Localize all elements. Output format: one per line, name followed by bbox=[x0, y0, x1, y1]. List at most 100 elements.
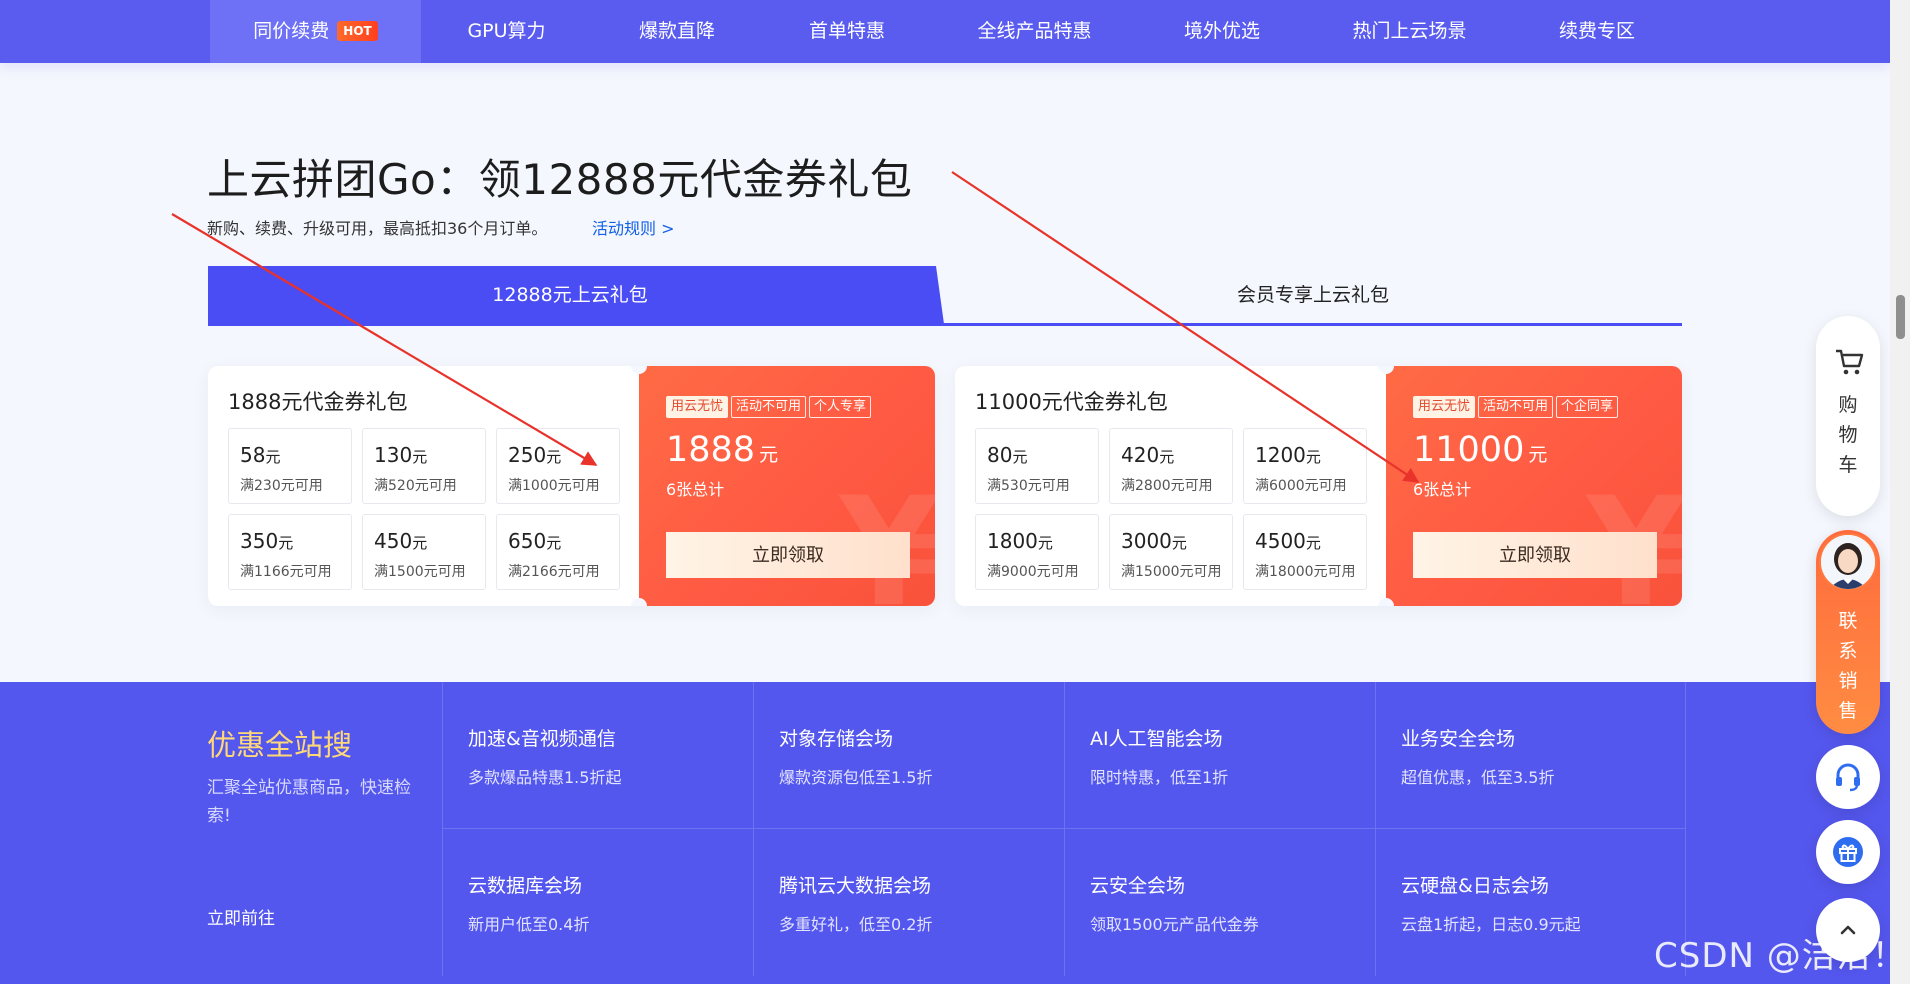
venue-card[interactable]: 业务安全会场 超值优惠，低至3.5折 bbox=[1375, 682, 1686, 829]
promo-tag: 个人专享 bbox=[809, 396, 872, 418]
tab-member-pack[interactable]: 会员专享上云礼包 bbox=[944, 266, 1682, 324]
venue-title: 业务安全会场 bbox=[1401, 728, 1516, 750]
nav-item-gpu[interactable]: GPU算力 bbox=[421, 0, 592, 63]
sales-avatar bbox=[1819, 533, 1877, 591]
coupon-amount: 650 bbox=[508, 529, 547, 553]
coupon-amount: 3000 bbox=[1121, 529, 1172, 553]
cart-label-char: 购 bbox=[1838, 394, 1858, 416]
shopping-cart-button[interactable]: 购 物 车 bbox=[1816, 316, 1880, 516]
venue-card[interactable]: 云硬盘&日志会场 云盘1折起，日志0.9元起 bbox=[1375, 829, 1686, 976]
coupon-item: 350元 满1166元可用 bbox=[228, 514, 352, 590]
coupon-item: 450元 满1500元可用 bbox=[362, 514, 486, 590]
venue-desc: 超值优惠，低至3.5折 bbox=[1401, 768, 1555, 787]
nav-item-label: 续费专区 bbox=[1558, 20, 1635, 42]
promo-amount: 11000 元 bbox=[1413, 430, 1547, 470]
headset-icon bbox=[1836, 763, 1860, 792]
cart-icon bbox=[1836, 349, 1864, 375]
venue-card[interactable]: 腾讯云大数据会场 多重好礼，低至0.2折 bbox=[753, 829, 1064, 976]
activity-rules-link[interactable]: 活动规则 > bbox=[592, 215, 675, 239]
agent-avatar-icon bbox=[1821, 535, 1875, 589]
card-title: 1888元代金券礼包 bbox=[228, 390, 408, 414]
coupon-item: 58元 满230元可用 bbox=[228, 428, 352, 504]
promo-tag: 用云无忧 bbox=[666, 396, 729, 418]
scrollbar-thumb[interactable] bbox=[1896, 295, 1905, 339]
coupon-unit: 元 bbox=[546, 448, 562, 466]
venue-desc: 爆款资源包低至1.5折 bbox=[779, 768, 933, 787]
venue-title: 云数据库会场 bbox=[468, 875, 583, 897]
coupon-unit: 元 bbox=[1171, 534, 1187, 552]
gift-icon bbox=[1833, 837, 1863, 867]
promo-amount-value: 1888 bbox=[666, 430, 756, 470]
nav-item-scenarios[interactable]: 热门上云场景 bbox=[1307, 0, 1512, 63]
coupon-amount: 350 bbox=[240, 529, 279, 553]
venue-desc: 云盘1折起，日志0.9元起 bbox=[1401, 915, 1581, 934]
band-title: 优惠全站搜 bbox=[207, 728, 353, 762]
tab-12888-pack[interactable]: 12888元上云礼包 bbox=[208, 266, 944, 324]
coupon-condition: 满2166元可用 bbox=[508, 564, 600, 580]
nav-item-label: 全线产品特惠 bbox=[977, 20, 1092, 42]
venue-title: AI人工智能会场 bbox=[1090, 728, 1223, 750]
claim-button[interactable]: 立即领取 bbox=[1413, 532, 1657, 578]
nav-item-hot-deals[interactable]: 爆款直降 bbox=[592, 0, 762, 63]
nav-item-renewal[interactable]: 同价续费 HOT bbox=[210, 0, 421, 63]
coupon-item: 650元 满2166元可用 bbox=[496, 514, 620, 590]
coupon-condition: 满1500元可用 bbox=[374, 564, 466, 580]
coupon-condition: 满18000元可用 bbox=[1255, 564, 1356, 580]
venue-desc: 多重好礼，低至0.2折 bbox=[779, 915, 933, 934]
coupon-unit: 元 bbox=[412, 534, 428, 552]
coupon-unit: 元 bbox=[1305, 534, 1321, 552]
nav-item-overseas[interactable]: 境外优选 bbox=[1137, 0, 1307, 63]
venue-title: 云安全会场 bbox=[1090, 875, 1186, 897]
promo-tag: 用云无忧 bbox=[1413, 396, 1476, 418]
promo-amount-value: 11000 bbox=[1413, 430, 1525, 470]
venue-title: 对象存储会场 bbox=[779, 728, 894, 750]
venue-card[interactable]: 云数据库会场 新用户低至0.4折 bbox=[442, 829, 753, 976]
nav-item-label: 热门上云场景 bbox=[1352, 20, 1467, 42]
sales-label-char: 系 bbox=[1838, 640, 1858, 662]
page-title: 上云拼团Go：领12888元代金券礼包 bbox=[207, 155, 913, 204]
promo-count: 6张总计 bbox=[1413, 480, 1472, 499]
promo-tag: 活动不可用 bbox=[731, 396, 807, 418]
coupon-item: 420元 满2800元可用 bbox=[1109, 428, 1233, 504]
coupon-condition: 满2800元可用 bbox=[1121, 478, 1213, 494]
page-subtitle: 新购、续费、升级可用，最高抵扣36个月订单。 bbox=[207, 219, 548, 238]
claim-button[interactable]: 立即领取 bbox=[666, 532, 910, 578]
go-now-link[interactable]: 立即前往 bbox=[207, 904, 275, 929]
coupon-unit: 元 bbox=[412, 448, 428, 466]
scrollbar-track[interactable] bbox=[1890, 0, 1910, 984]
venue-title: 加速&音视频通信 bbox=[468, 728, 616, 750]
coupon-amount: 80 bbox=[987, 443, 1013, 467]
promo-tag: 活动不可用 bbox=[1478, 396, 1554, 418]
coupon-item: 1800元 满9000元可用 bbox=[975, 514, 1099, 590]
nav-item-label: 爆款直降 bbox=[638, 20, 715, 42]
promo-tags: 用云无忧 活动不可用 个企同享 bbox=[1413, 395, 1621, 418]
venue-card[interactable]: 加速&音视频通信 多款爆品特惠1.5折起 bbox=[442, 682, 753, 829]
venue-card[interactable]: 云安全会场 领取1500元产品代金券 bbox=[1064, 829, 1375, 976]
band-intro: 优惠全站搜 汇聚全站优惠商品，快速检索! 立即前往 bbox=[207, 682, 442, 984]
deal-search-band: 优惠全站搜 汇聚全站优惠商品，快速检索! 立即前往 加速&音视频通信 多款爆品特… bbox=[0, 682, 1890, 984]
coupon-condition: 满230元可用 bbox=[240, 478, 323, 494]
coupon-amount: 1200 bbox=[1255, 443, 1306, 467]
cart-label-char: 物 bbox=[1838, 424, 1858, 446]
venue-card[interactable]: AI人工智能会场 限时特惠，低至1折 bbox=[1064, 682, 1375, 829]
nav-item-all-products[interactable]: 全线产品特惠 bbox=[932, 0, 1137, 63]
nav-item-renewal-zone[interactable]: 续费专区 bbox=[1512, 0, 1682, 63]
gift-button[interactable] bbox=[1816, 820, 1880, 884]
coupon-item: 130元 满520元可用 bbox=[362, 428, 486, 504]
coupon-amount: 4500 bbox=[1255, 529, 1306, 553]
promo-count: 6张总计 bbox=[666, 480, 725, 499]
cart-label-char: 车 bbox=[1838, 454, 1858, 476]
coupon-amount: 58 bbox=[240, 443, 266, 467]
coupon-condition: 满9000元可用 bbox=[987, 564, 1079, 580]
band-description: 汇聚全站优惠商品，快速检索! bbox=[207, 778, 411, 826]
venue-card[interactable]: 对象存储会场 爆款资源包低至1.5折 bbox=[753, 682, 1064, 829]
venue-desc: 多款爆品特惠1.5折起 bbox=[468, 768, 622, 787]
contact-sales-button[interactable]: 联 系 销 售 bbox=[1816, 530, 1880, 734]
venue-title: 腾讯云大数据会场 bbox=[779, 875, 932, 897]
coupon-item: 1200元 满6000元可用 bbox=[1243, 428, 1367, 504]
promo-amount-unit: 元 bbox=[1528, 444, 1548, 466]
voucher-card-1888: 1888元代金券礼包 58元 满230元可用 130元 满520元可用 250元… bbox=[208, 366, 935, 606]
coupon-amount: 130 bbox=[374, 443, 413, 467]
customer-service-button[interactable] bbox=[1816, 745, 1880, 809]
nav-item-first-order[interactable]: 首单特惠 bbox=[762, 0, 932, 63]
